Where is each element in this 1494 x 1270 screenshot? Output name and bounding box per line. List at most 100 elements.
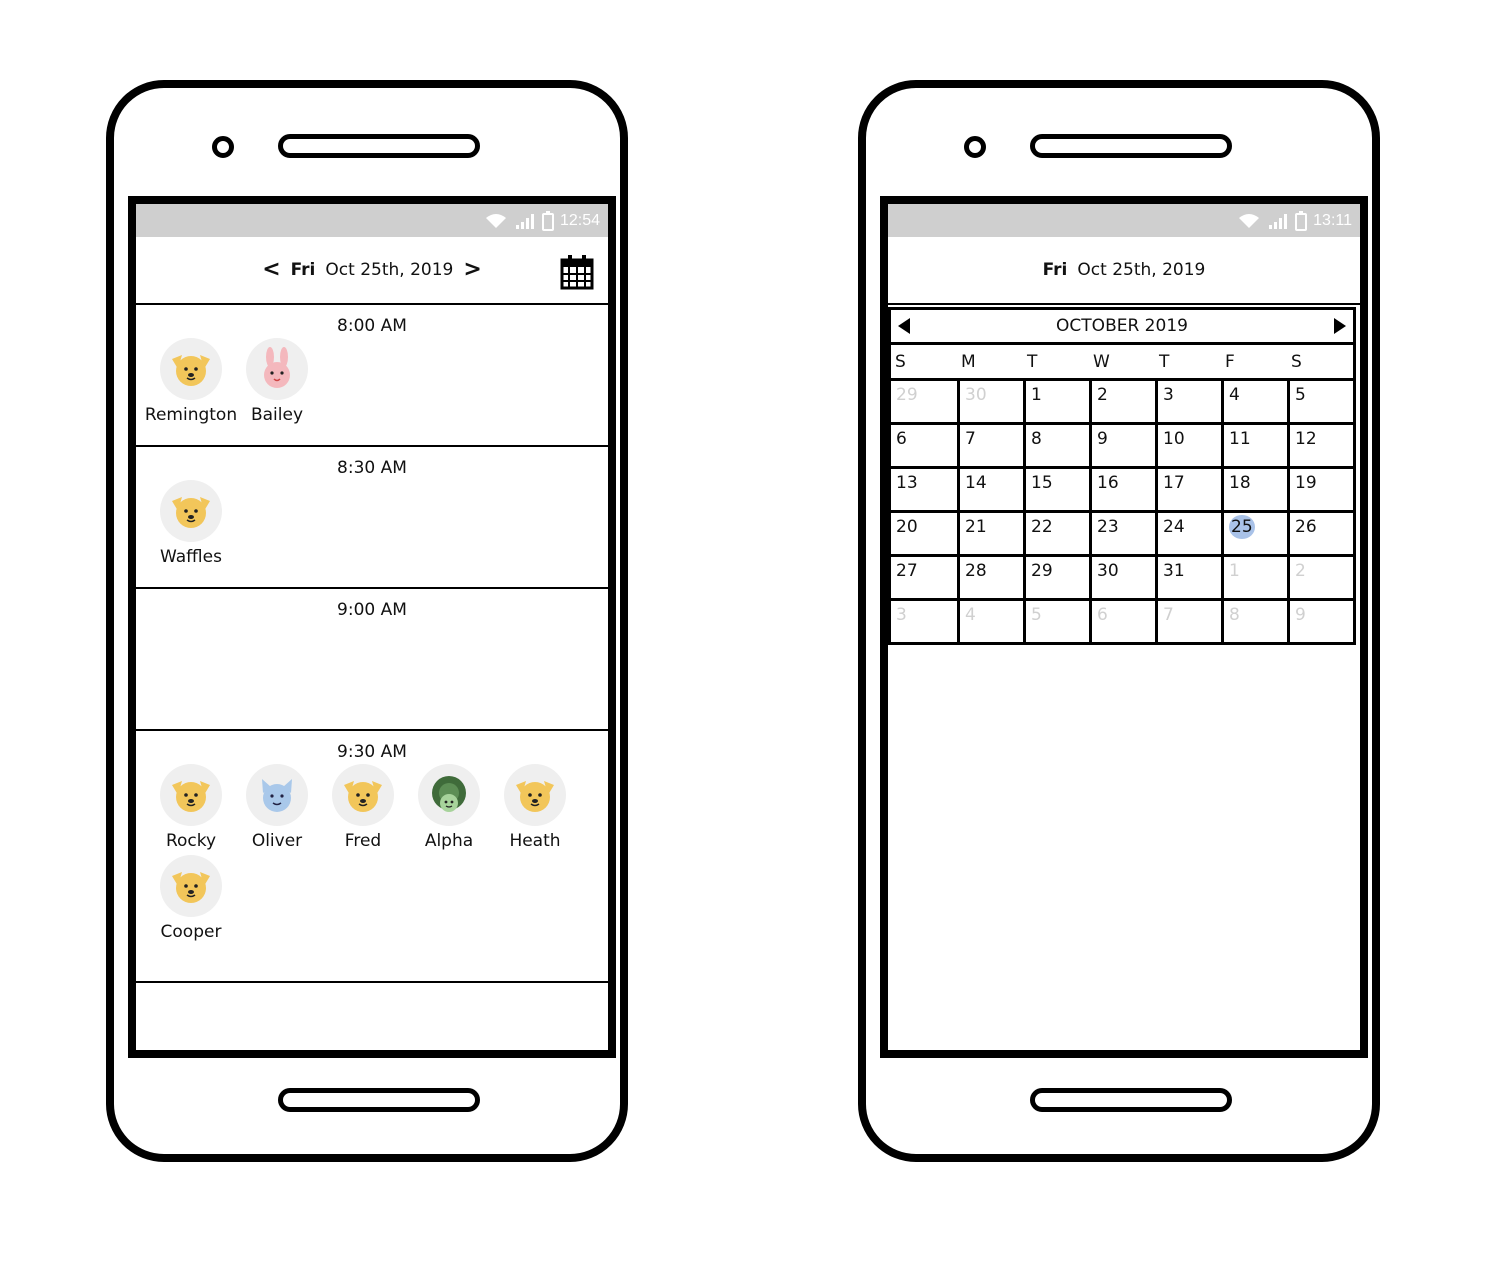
signal-icon (515, 213, 534, 229)
prev-day-button[interactable]: < (262, 259, 280, 281)
calendar-week-row: 6 7 8 9 10 11 12 (891, 422, 1353, 466)
calendar-day[interactable]: 4 (1221, 381, 1287, 422)
wifi-icon (1239, 213, 1260, 228)
day-number: 6 (896, 429, 907, 449)
calendar-icon[interactable] (560, 254, 594, 290)
calendar-day[interactable]: 30 (957, 381, 1023, 422)
day-number: 12 (1295, 429, 1317, 449)
pet-item[interactable]: Cooper (148, 855, 234, 946)
calendar-day[interactable]: 11 (1221, 425, 1287, 466)
calendar-day[interactable]: 2 (1089, 381, 1155, 422)
day-number: 26 (1295, 517, 1317, 537)
calendar-day[interactable]: 30 (1089, 557, 1155, 598)
calendar-day[interactable]: 20 (891, 513, 957, 554)
calendar-day[interactable]: 6 (891, 425, 957, 466)
home-button[interactable] (1030, 1088, 1232, 1112)
calendar-day[interactable]: 29 (1023, 557, 1089, 598)
day-number: 23 (1097, 517, 1119, 537)
calendar-day[interactable]: 27 (891, 557, 957, 598)
weekday-label: M (961, 351, 976, 372)
pet-item[interactable]: Rocky (148, 764, 234, 855)
calendar-day[interactable]: 28 (957, 557, 1023, 598)
pet-name: Heath (509, 831, 561, 851)
wifi-icon (485, 213, 506, 228)
calendar-week-row: 29 30 1 2 3 4 5 (891, 381, 1353, 422)
calendar-day[interactable]: 26 (1287, 513, 1353, 554)
calendar-day[interactable]: 31 (1155, 557, 1221, 598)
day-number: 31 (1163, 561, 1185, 581)
day-number: 18 (1229, 473, 1251, 493)
pet-item[interactable]: Alpha (406, 764, 492, 855)
calendar-day[interactable]: 8 (1023, 425, 1089, 466)
calendar-day[interactable]: 14 (957, 469, 1023, 510)
calendar-day[interactable]: 17 (1155, 469, 1221, 510)
slot-time: 9:00 AM (337, 600, 407, 620)
calendar-day[interactable]: 16 (1089, 469, 1155, 510)
calendar-day[interactable]: 9 (1287, 601, 1353, 642)
day-number: 6 (1097, 605, 1108, 625)
calendar-day[interactable]: 3 (1155, 381, 1221, 422)
calendar-screen: 13:11 Fri Oct 25th, 2019 OCTOBER 2019 S M… (880, 196, 1368, 1058)
calendar-day[interactable]: 12 (1287, 425, 1353, 466)
pet-item[interactable]: Fred (320, 764, 406, 855)
calendar-week-row: 20 21 22 23 24 25 26 (891, 510, 1353, 554)
pet-name: Alpha (424, 831, 474, 851)
dog-icon (160, 855, 222, 917)
calendar-day[interactable]: 24 (1155, 513, 1221, 554)
day-number: 28 (965, 561, 987, 581)
calendar-day[interactable]: 5 (1287, 381, 1353, 422)
weekday-label: S (895, 351, 906, 372)
calendar-day[interactable]: 22 (1023, 513, 1089, 554)
time-slot: 8:30 AM Waffles (136, 447, 608, 589)
calendar-week-row: 13 14 15 16 17 18 19 (891, 466, 1353, 510)
calendar-day[interactable]: 7 (957, 425, 1023, 466)
calendar-day[interactable]: 23 (1089, 513, 1155, 554)
pet-item[interactable]: Oliver (234, 764, 320, 855)
pet-item[interactable]: Bailey (234, 338, 320, 429)
month-calendar: OCTOBER 2019 SMTWTFS 29 30 1 2 3 4 5 6 7 8 9 10 11 12… (888, 307, 1356, 645)
weekday-label: S (1291, 351, 1302, 372)
calendar-day[interactable]: 2 (1287, 557, 1353, 598)
next-day-button[interactable]: > (463, 259, 481, 281)
calendar-day[interactable]: 8 (1221, 601, 1287, 642)
calendar-day[interactable]: 21 (957, 513, 1023, 554)
calendar-day[interactable]: 1 (1023, 381, 1089, 422)
calendar-day[interactable]: 10 (1155, 425, 1221, 466)
home-button[interactable] (278, 1088, 480, 1112)
calendar-day[interactable]: 29 (891, 381, 957, 422)
weekday-label: T (1159, 351, 1170, 372)
day-number: 25 (1229, 515, 1255, 539)
calendar-day[interactable]: 7 (1155, 601, 1221, 642)
day-number: 29 (1031, 561, 1053, 581)
pet-name: Waffles (160, 547, 222, 567)
time-slot: 9:00 AM (136, 589, 608, 731)
day-number: 7 (1163, 605, 1174, 625)
prev-month-icon[interactable] (897, 317, 911, 335)
pet-item[interactable]: Heath (492, 764, 578, 855)
calendar-day[interactable]: 9 (1089, 425, 1155, 466)
dog-icon (504, 764, 566, 826)
calendar-day[interactable]: 25 (1221, 513, 1287, 554)
calendar-day[interactable]: 4 (957, 601, 1023, 642)
pet-item[interactable]: Waffles (148, 480, 234, 571)
calendar-day[interactable]: 15 (1023, 469, 1089, 510)
calendar-day[interactable]: 13 (891, 469, 957, 510)
calendar-day[interactable]: 6 (1089, 601, 1155, 642)
calendar-day[interactable]: 19 (1287, 469, 1353, 510)
day-number: 10 (1163, 429, 1185, 449)
slot-time: 8:30 AM (337, 458, 407, 478)
calendar-day[interactable]: 5 (1023, 601, 1089, 642)
day-number: 13 (896, 473, 918, 493)
calendar-week-row: 27 28 29 30 31 1 2 (891, 554, 1353, 598)
calendar-day[interactable]: 18 (1221, 469, 1287, 510)
day-number: 30 (1097, 561, 1119, 581)
pet-item[interactable]: Remington (145, 338, 237, 429)
phone-frame-right: 13:11 Fri Oct 25th, 2019 OCTOBER 2019 S M… (858, 80, 1380, 1162)
next-month-icon[interactable] (1333, 317, 1347, 335)
calendar-day[interactable]: 1 (1221, 557, 1287, 598)
day-number: 14 (965, 473, 987, 493)
day-number: 29 (896, 385, 918, 405)
day-number: 9 (1097, 429, 1108, 449)
status-bar: 13:11 (888, 204, 1360, 237)
calendar-day[interactable]: 3 (891, 601, 957, 642)
